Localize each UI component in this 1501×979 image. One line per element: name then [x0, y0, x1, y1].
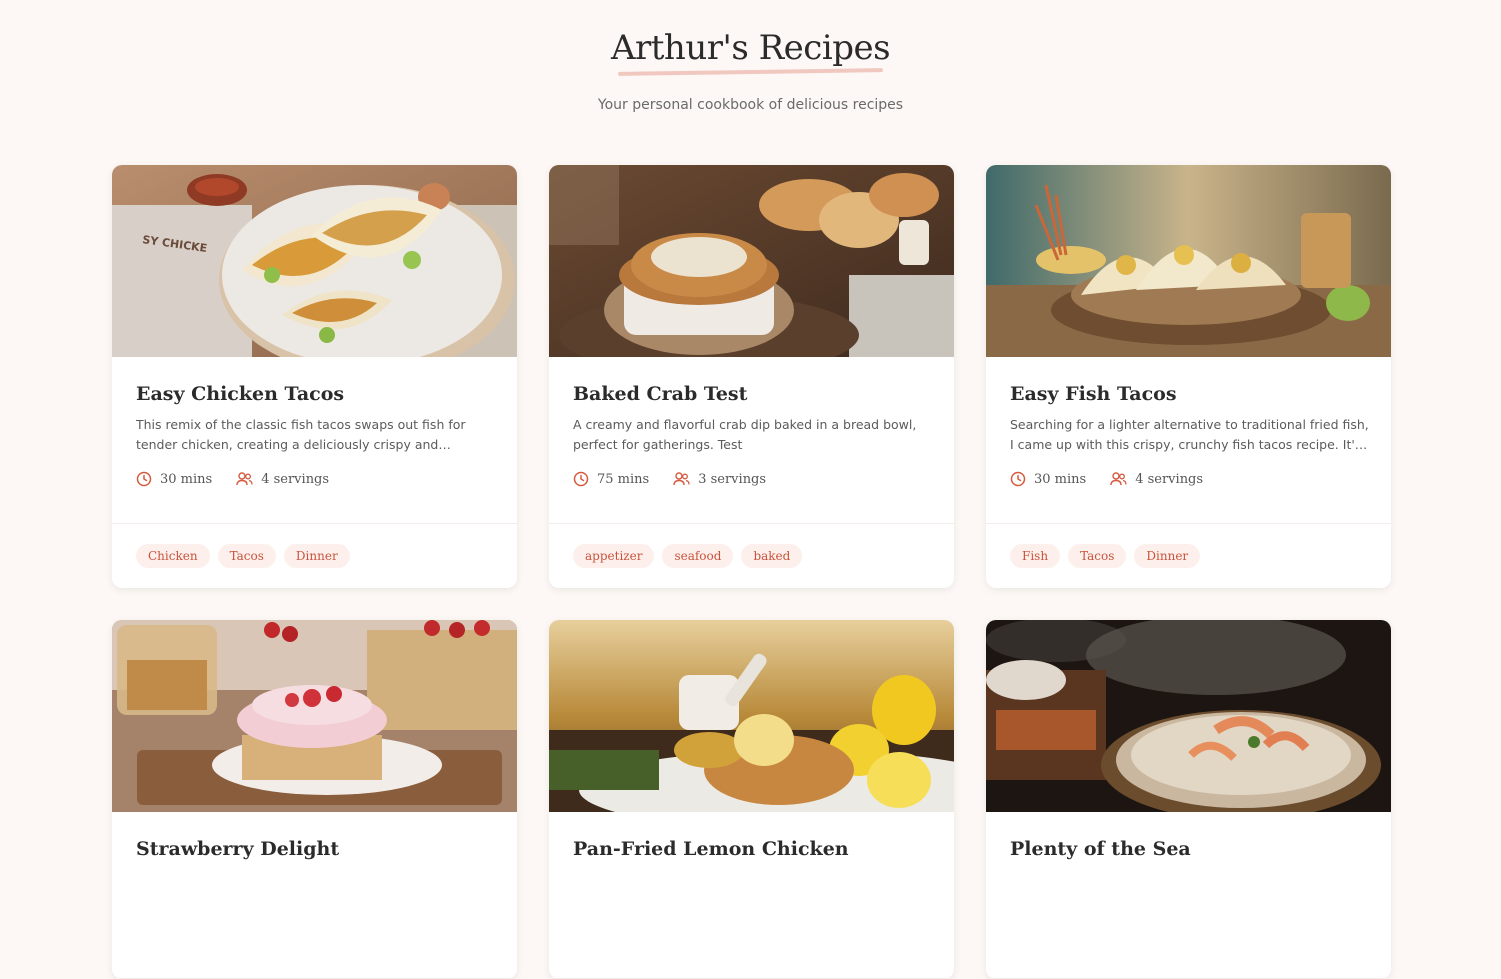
recipe-card[interactable]: Plenty of the Sea	[986, 620, 1391, 979]
recipe-meta: 75 mins 3 servings	[573, 471, 790, 487]
recipe-tag[interactable]: baked	[741, 544, 803, 568]
recipe-time-value: 75 mins	[597, 471, 650, 487]
recipe-description: This remix of the classic fish tacos swa…	[136, 417, 466, 452]
recipe-meta: 30 mins 4 servings	[1010, 471, 1227, 487]
recipe-image: SY CHICKE	[112, 165, 517, 357]
recipe-card[interactable]: Easy Fish Tacos Searching for a lighter …	[986, 165, 1391, 588]
recipe-time: 75 mins	[573, 471, 649, 487]
recipe-title[interactable]: Plenty of the Sea	[1010, 838, 1191, 860]
recipe-card-body: Baked Crab Test A creamy and flavorful c…	[549, 357, 954, 524]
recipe-card[interactable]: SY CHICKE Easy Chicken Tacos This remix …	[112, 165, 517, 588]
clock-icon	[136, 471, 152, 487]
recipe-time-value: 30 mins	[1034, 471, 1087, 487]
recipe-servings: 4 servings	[1110, 471, 1203, 487]
page-title: Arthur's Recipes	[610, 28, 891, 68]
recipe-servings-value: 3 servings	[698, 471, 767, 487]
page-subtitle: Your personal cookbook of delicious reci…	[597, 97, 904, 113]
recipe-card-body: Easy Fish Tacos Searching for a lighter …	[986, 357, 1391, 524]
recipe-time-value: 30 mins	[160, 471, 213, 487]
recipe-tag[interactable]: Dinner	[283, 544, 350, 568]
recipe-title[interactable]: Easy Chicken Tacos	[136, 383, 344, 405]
recipe-image	[549, 620, 954, 812]
recipe-card[interactable]: Strawberry Delight	[112, 620, 517, 979]
recipe-tag[interactable]: Dinner	[1134, 544, 1201, 568]
clock-icon	[1010, 471, 1026, 487]
recipe-meta: 30 mins 4 servings	[136, 471, 353, 487]
recipe-servings-value: 4 servings	[261, 471, 330, 487]
recipe-card-body: Pan-Fried Lemon Chicken	[549, 812, 954, 979]
recipe-image	[986, 165, 1391, 357]
recipe-time: 30 mins	[136, 471, 212, 487]
clock-icon	[573, 471, 589, 487]
users-icon	[1110, 472, 1127, 486]
recipe-title[interactable]: Baked Crab Test	[573, 383, 747, 405]
recipe-servings-value: 4 servings	[1135, 471, 1204, 487]
recipe-time: 30 mins	[1010, 471, 1086, 487]
recipe-title[interactable]: Easy Fish Tacos	[1010, 383, 1177, 405]
recipe-card-body: Strawberry Delight	[112, 812, 517, 979]
users-icon	[236, 472, 253, 486]
recipe-tag[interactable]: Fish	[1010, 544, 1061, 568]
recipe-card-body: Easy Chicken Tacos This remix of the cla…	[112, 357, 517, 524]
recipe-tag[interactable]: Chicken	[136, 544, 210, 568]
recipe-tag[interactable]: appetizer	[573, 544, 655, 568]
recipe-image	[112, 620, 517, 812]
recipe-servings: 3 servings	[673, 471, 766, 487]
recipe-description: Searching for a lighter alternative to t…	[1010, 417, 1369, 452]
recipe-card-body: Plenty of the Sea	[986, 812, 1391, 979]
recipe-tag[interactable]: Tacos	[1068, 544, 1127, 568]
recipe-card[interactable]: Baked Crab Test A creamy and flavorful c…	[549, 165, 954, 588]
recipe-tag[interactable]: Tacos	[217, 544, 276, 568]
recipe-image	[549, 165, 954, 357]
recipe-tags: Chicken Tacos Dinner	[112, 524, 517, 588]
recipe-title[interactable]: Strawberry Delight	[136, 838, 339, 860]
users-icon	[673, 472, 690, 486]
recipe-tags: Fish Tacos Dinner	[986, 524, 1391, 588]
recipe-tags: appetizer seafood baked	[549, 524, 954, 588]
recipe-image	[986, 620, 1391, 812]
recipe-description: A creamy and flavorful crab dip baked in…	[573, 417, 917, 452]
recipe-title[interactable]: Pan-Fried Lemon Chicken	[573, 838, 849, 860]
recipe-tag[interactable]: seafood	[662, 544, 734, 568]
recipe-card[interactable]: Pan-Fried Lemon Chicken	[549, 620, 954, 979]
recipe-servings: 4 servings	[236, 471, 329, 487]
